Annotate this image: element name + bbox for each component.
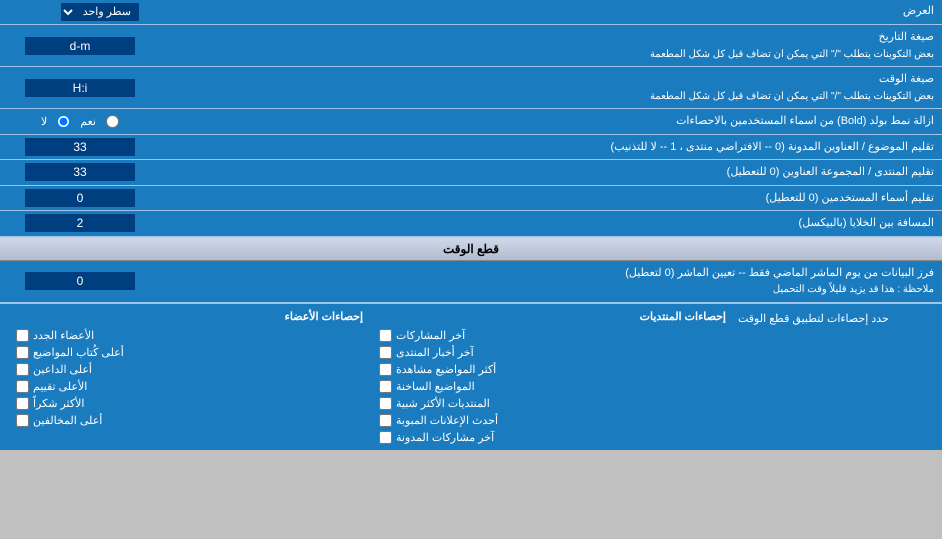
date-format-title: صيغة التاريخ xyxy=(879,31,934,43)
display-mode-select[interactable]: سطر واحد سطرين ثلاثة أسطر xyxy=(61,3,139,21)
bold-radio-group: نعم لا xyxy=(41,115,119,128)
checkbox-hot-topics[interactable] xyxy=(379,380,392,393)
display-mode-label: العرض xyxy=(200,0,942,24)
date-format-input-wrap xyxy=(0,25,160,66)
bold-label: ازالة نمط بولد (Bold) من اسماء المستخدمي… xyxy=(160,109,942,134)
distance-row: المسافة بين الخلايا (بالبيكسل) xyxy=(0,211,942,237)
users-input-wrap xyxy=(0,186,160,211)
users-row: تقليم أسماء المستخدمين (0 للتعطيل) xyxy=(0,186,942,212)
time-format-input-wrap xyxy=(0,67,160,108)
check-top-rated: الأعلى تقييم xyxy=(16,380,363,393)
check-most-similar: المنتديات الأكثر شبية xyxy=(379,397,726,410)
checkbox-top-rated[interactable] xyxy=(16,380,29,393)
date-format-note: بعض التكوينات يتطلب "/" التي يمكن ان تضا… xyxy=(650,49,934,60)
forum-input-wrap xyxy=(0,160,160,185)
date-format-row: صيغة التاريخ بعض التكوينات يتطلب "/" الت… xyxy=(0,25,942,67)
time-format-row: صيغة الوقت بعض التكوينات يتطلب "/" التي … xyxy=(0,67,942,109)
checkbox-last-posts[interactable] xyxy=(379,329,392,342)
distance-input[interactable] xyxy=(25,214,135,232)
realtime-filter-title: فرز البيانات من يوم الماشر الماضي فقط --… xyxy=(625,267,934,279)
display-mode-row: العرض سطر واحد سطرين ثلاثة أسطر xyxy=(0,0,942,25)
date-format-input[interactable] xyxy=(25,37,135,55)
stats-col-members: إحصاءات الأعضاء الأعضاء الجدد أعلى كُتاب… xyxy=(8,310,371,444)
topics-input[interactable] xyxy=(25,138,135,156)
check-most-thanks: الأكثر شكراً xyxy=(16,397,363,410)
checkbox-new-members[interactable] xyxy=(16,329,29,342)
checkbox-blog-posts[interactable] xyxy=(379,431,392,444)
realtime-filter-row: فرز البيانات من يوم الماشر الماضي فقط --… xyxy=(0,261,942,303)
realtime-filter-label: فرز البيانات من يوم الماشر الماضي فقط --… xyxy=(160,261,942,302)
bold-no-label: لا xyxy=(41,115,47,128)
realtime-filter-input[interactable] xyxy=(25,272,135,290)
display-mode-select-wrap: سطر واحد سطرين ثلاثة أسطر xyxy=(0,0,200,24)
time-format-title: صيغة الوقت xyxy=(879,73,934,85)
stats-section: حدد إحصاءات لتطبيق قطع الوقت إحصاءات الم… xyxy=(0,303,942,450)
time-format-note: بعض التكوينات يتطلب "/" التي يمكن ان تضا… xyxy=(650,91,934,102)
checkbox-top-inviters[interactable] xyxy=(16,363,29,376)
stats-apply-label: حدد إحصاءات لتطبيق قطع الوقت xyxy=(734,310,934,444)
bold-no-radio[interactable] xyxy=(57,115,70,128)
check-last-posts: آخر المشاركات xyxy=(379,329,726,342)
date-format-label: صيغة التاريخ بعض التكوينات يتطلب "/" الت… xyxy=(160,25,942,66)
forum-input[interactable] xyxy=(25,163,135,181)
checkbox-classifieds[interactable] xyxy=(379,414,392,427)
realtime-section-header: قطع الوقت xyxy=(0,237,942,261)
checkbox-most-thanks[interactable] xyxy=(16,397,29,410)
realtime-section-title: قطع الوقت xyxy=(443,242,499,256)
col2-header: إحصاءات المنتديات xyxy=(379,310,726,323)
check-hot-topics: المواضيع الساخنة xyxy=(379,380,726,393)
checkbox-most-viewed[interactable] xyxy=(379,363,392,376)
time-format-input[interactable] xyxy=(25,79,135,97)
distance-label: المسافة بين الخلايا (بالبيكسل) xyxy=(160,211,942,236)
bold-yes-label: نعم xyxy=(80,115,96,128)
topics-row: تقليم الموضوع / العناوين المدونة (0 -- ا… xyxy=(0,135,942,161)
time-format-label: صيغة الوقت بعض التكوينات يتطلب "/" التي … xyxy=(160,67,942,108)
realtime-filter-note: ملاحظة : هذا قد يزيد قليلاً وقت التحميل xyxy=(773,284,934,295)
check-top-writers: أعلى كُتاب المواضيع xyxy=(16,346,363,359)
check-top-violators: أعلى المخالفين xyxy=(16,414,363,427)
forum-row: تقليم المنتدى / المجموعة العناوين (0 للت… xyxy=(0,160,942,186)
distance-input-wrap xyxy=(0,211,160,236)
stats-col-forums: إحصاءات المنتديات آخر المشاركات آخر أخبا… xyxy=(371,310,734,444)
topics-input-wrap xyxy=(0,135,160,160)
col1-header: إحصاءات الأعضاء xyxy=(16,310,363,323)
checkbox-most-similar[interactable] xyxy=(379,397,392,410)
check-blog-posts: آخر مشاركات المدونة xyxy=(379,431,726,444)
users-input[interactable] xyxy=(25,189,135,207)
bold-radio-wrap: نعم لا xyxy=(0,112,160,131)
realtime-filter-input-wrap xyxy=(0,261,160,302)
checkbox-forum-news[interactable] xyxy=(379,346,392,359)
check-classifieds: أحدث الإعلانات المبوبة xyxy=(379,414,726,427)
checkbox-top-violators[interactable] xyxy=(16,414,29,427)
check-new-members: الأعضاء الجدد xyxy=(16,329,363,342)
bold-row: ازالة نمط بولد (Bold) من اسماء المستخدمي… xyxy=(0,109,942,135)
check-most-viewed: أكثر المواضيع مشاهدة xyxy=(379,363,726,376)
checkbox-top-writers[interactable] xyxy=(16,346,29,359)
check-forum-news: آخر أخبار المنتدى xyxy=(379,346,726,359)
bold-yes-radio[interactable] xyxy=(106,115,119,128)
forum-label: تقليم المنتدى / المجموعة العناوين (0 للت… xyxy=(160,160,942,185)
topics-label: تقليم الموضوع / العناوين المدونة (0 -- ا… xyxy=(160,135,942,160)
check-top-inviters: أعلى الداعين xyxy=(16,363,363,376)
users-label: تقليم أسماء المستخدمين (0 للتعطيل) xyxy=(160,186,942,211)
